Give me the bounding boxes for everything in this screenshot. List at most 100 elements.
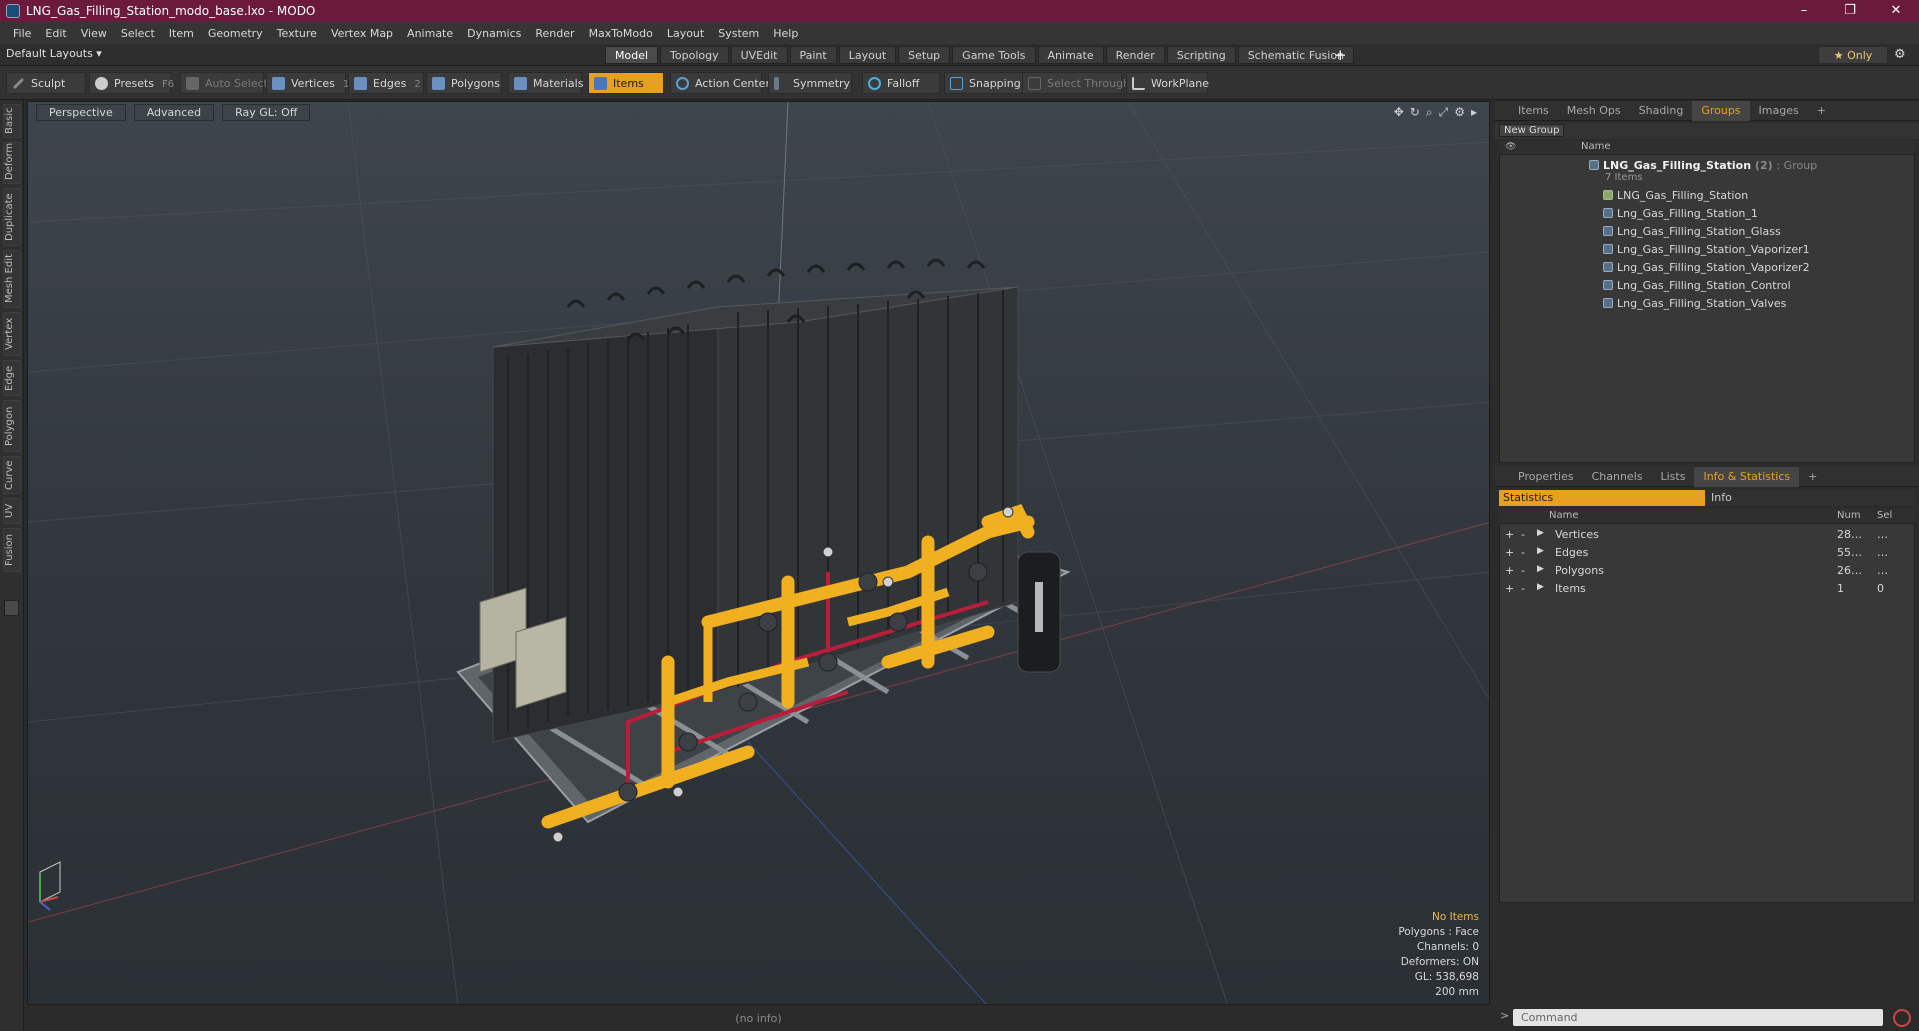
3d-viewport[interactable]: Perspective Advanced Ray GL: Off ✥ ↻ ⌕ ⤢… (27, 101, 1490, 1005)
menu-texture[interactable]: Texture (270, 27, 324, 40)
collapse-minus-icon[interactable]: - (1521, 582, 1525, 595)
close-button[interactable]: ✕ (1873, 0, 1919, 22)
rotate-view-icon[interactable]: ↻ (1410, 105, 1420, 120)
viewport-settings-icon[interactable]: ⚙ (1454, 105, 1465, 120)
menu-maxtomodo[interactable]: MaxToModo (582, 27, 660, 40)
menu-animate[interactable]: Animate (400, 27, 460, 40)
select-through-button[interactable]: Select Through (1022, 72, 1130, 94)
menu-view[interactable]: View (74, 27, 114, 40)
tab-duplicate[interactable]: Duplicate (3, 188, 21, 246)
add-tab-button[interactable]: + (1808, 101, 1835, 121)
tab-game-tools[interactable]: Game Tools (952, 46, 1036, 64)
presets-button[interactable]: Presets F6 (89, 72, 174, 94)
expand-arrow-icon[interactable]: ▸ (1471, 105, 1477, 120)
zoom-view-icon[interactable]: ⌕ (1426, 105, 1433, 120)
group-child-row[interactable]: Lng_Gas_Filling_Station_Vaporizer1 (1603, 243, 1810, 256)
tab-channels[interactable]: Channels (1583, 467, 1652, 487)
tab-edge[interactable]: Edge (3, 360, 21, 396)
tab-fusion[interactable]: Fusion (3, 528, 21, 572)
group-child-row[interactable]: Lng_Gas_Filling_Station_Vaporizer2 (1603, 261, 1810, 274)
add-tab-button[interactable]: + (1799, 467, 1826, 487)
tab-setup[interactable]: Setup (898, 46, 951, 64)
menu-vertex-map[interactable]: Vertex Map (324, 27, 400, 40)
tab-model[interactable]: Model (605, 46, 659, 64)
menu-system[interactable]: System (711, 27, 766, 40)
tab-shading[interactable]: Shading (1630, 101, 1693, 121)
menu-file[interactable]: File (6, 27, 38, 40)
panel-toggle-button[interactable] (4, 600, 19, 616)
collapse-minus-icon[interactable]: - (1521, 528, 1525, 541)
tab-render[interactable]: Render (1105, 46, 1165, 64)
tab-groups[interactable]: Groups (1692, 100, 1750, 121)
polygons-button[interactable]: Polygons (426, 72, 502, 94)
fit-view-icon[interactable]: ⤢ (1439, 105, 1449, 120)
group-child-row[interactable]: Lng_Gas_Filling_Station_Valves (1603, 297, 1786, 310)
menu-render[interactable]: Render (528, 27, 581, 40)
tab-scripting[interactable]: Scripting (1166, 46, 1236, 64)
tab-lists[interactable]: Lists (1652, 467, 1695, 487)
menu-item[interactable]: Item (162, 27, 201, 40)
tab-basic[interactable]: Basic (3, 104, 21, 138)
info-subtab[interactable]: Info (1711, 490, 1732, 506)
table-row[interactable]: + - ▶ Items 1 0 (1499, 581, 1915, 597)
menu-dynamics[interactable]: Dynamics (460, 27, 528, 40)
add-layout-tab-button[interactable]: + (1334, 46, 1347, 64)
group-child-row[interactable]: Lng_Gas_Filling_Station_1 (1603, 207, 1758, 220)
expand-plus-icon[interactable]: + (1505, 582, 1514, 595)
tab-deform[interactable]: Deform (3, 142, 21, 184)
items-button[interactable]: Items (588, 72, 664, 94)
tab-properties[interactable]: Properties (1509, 467, 1583, 487)
only-toggle[interactable]: ★ Only (1818, 46, 1888, 64)
vertices-button[interactable]: Vertices 1 (266, 72, 349, 94)
expand-plus-icon[interactable]: + (1505, 546, 1514, 559)
tab-info-statistics[interactable]: Info & Statistics (1694, 466, 1800, 487)
action-center-button[interactable]: Action Center (670, 72, 770, 94)
tab-curve[interactable]: Curve (3, 456, 21, 494)
tab-items[interactable]: Items (1509, 101, 1558, 121)
tab-mesh-edit[interactable]: Mesh Edit (3, 250, 21, 308)
table-row[interactable]: + - ▶ Vertices 28… … (1499, 527, 1915, 543)
table-row[interactable]: + - ▶ Polygons 26… … (1499, 563, 1915, 579)
gear-icon[interactable]: ⚙ (1894, 47, 1906, 62)
record-macro-icon[interactable] (1893, 1009, 1911, 1027)
shading-dropdown[interactable]: Advanced (133, 104, 215, 121)
group-row[interactable]: LNG_Gas_Filling_Station (2) : Group (1589, 159, 1817, 172)
tab-animate[interactable]: Animate (1037, 46, 1104, 64)
expand-plus-icon[interactable]: + (1505, 528, 1514, 541)
group-child-row[interactable]: Lng_Gas_Filling_Station_Glass (1603, 225, 1781, 238)
group-child-row[interactable]: LNG_Gas_Filling_Station (1603, 189, 1748, 202)
symmetry-button[interactable]: Symmetry (768, 72, 852, 94)
group-child-row[interactable]: Lng_Gas_Filling_Station_Control (1603, 279, 1791, 292)
edges-button[interactable]: Edges 2 (348, 72, 424, 94)
tab-uvedit[interactable]: UVEdit (730, 46, 788, 64)
move-view-icon[interactable]: ✥ (1394, 105, 1404, 120)
new-group-button[interactable]: New Group (1499, 124, 1565, 137)
snapping-button[interactable]: Snapping (944, 72, 1026, 94)
tab-polygon[interactable]: Polygon (3, 400, 21, 452)
tab-topology[interactable]: Topology (660, 46, 729, 64)
tab-images[interactable]: Images (1750, 101, 1808, 121)
menu-help[interactable]: Help (766, 27, 805, 40)
minimize-button[interactable]: – (1781, 0, 1827, 22)
menu-edit[interactable]: Edit (38, 27, 73, 40)
table-row[interactable]: + - ▶ Edges 55… … (1499, 545, 1915, 561)
menu-geometry[interactable]: Geometry (201, 27, 270, 40)
materials-button[interactable]: Materials (508, 72, 583, 94)
perspective-dropdown[interactable]: Perspective (36, 104, 126, 121)
statistics-subtab[interactable]: Statistics (1499, 490, 1705, 506)
default-layouts-dropdown[interactable]: Default Layouts ▾ (6, 47, 102, 60)
expand-plus-icon[interactable]: + (1505, 564, 1514, 577)
tab-uv[interactable]: UV (3, 498, 21, 524)
tab-paint[interactable]: Paint (789, 46, 837, 64)
command-input[interactable]: Command (1513, 1009, 1883, 1026)
menu-select[interactable]: Select (114, 27, 162, 40)
collapse-minus-icon[interactable]: - (1521, 564, 1525, 577)
tab-layout[interactable]: Layout (838, 46, 897, 64)
tab-mesh-ops[interactable]: Mesh Ops (1558, 101, 1630, 121)
workplane-button[interactable]: WorkPlane (1126, 72, 1209, 94)
menu-layout[interactable]: Layout (660, 27, 711, 40)
falloff-button[interactable]: Falloff (862, 72, 940, 94)
sculpt-button[interactable]: Sculpt (6, 72, 86, 94)
tab-vertex[interactable]: Vertex (3, 312, 21, 356)
maximize-button[interactable]: ❐ (1827, 0, 1873, 22)
